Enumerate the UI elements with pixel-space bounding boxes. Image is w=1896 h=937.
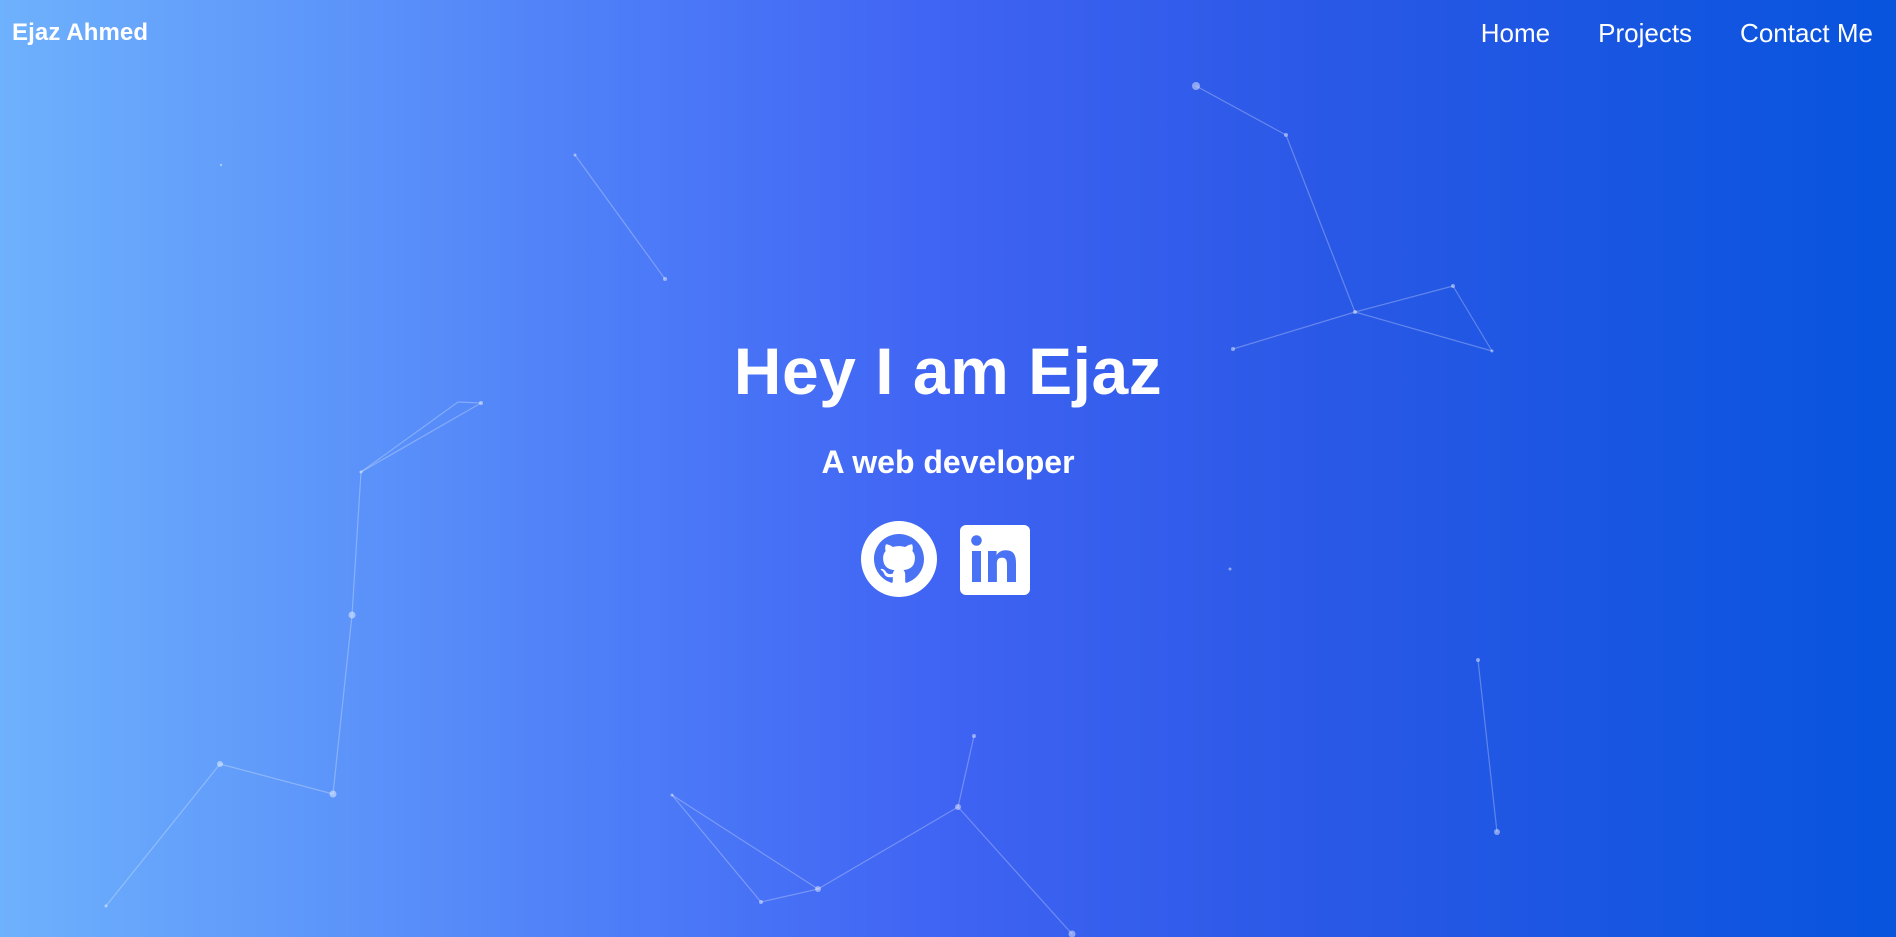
brand-logo-link[interactable]: Ejaz Ahmed [12,19,148,47]
hero-section: Ejaz Ahmed Home Projects Contact Me Hey … [0,0,1896,937]
nav-link-home[interactable]: Home [1481,18,1550,49]
linkedin-link[interactable] [958,520,1036,598]
hero-tagline: A web developer [821,444,1075,480]
social-links [0,520,1896,598]
linkedin-icon [960,525,1030,595]
hero-content: Hey I am Ejaz A web developer [0,330,1896,598]
github-link[interactable] [860,520,938,598]
github-icon [861,521,937,597]
nav-links: Home Projects Contact Me [1481,18,1873,49]
nav-link-contact[interactable]: Contact Me [1740,18,1873,49]
nav-link-projects[interactable]: Projects [1598,18,1692,49]
navbar: Ejaz Ahmed Home Projects Contact Me [0,0,1896,66]
hero-headline: Hey I am Ejaz [733,334,1163,408]
